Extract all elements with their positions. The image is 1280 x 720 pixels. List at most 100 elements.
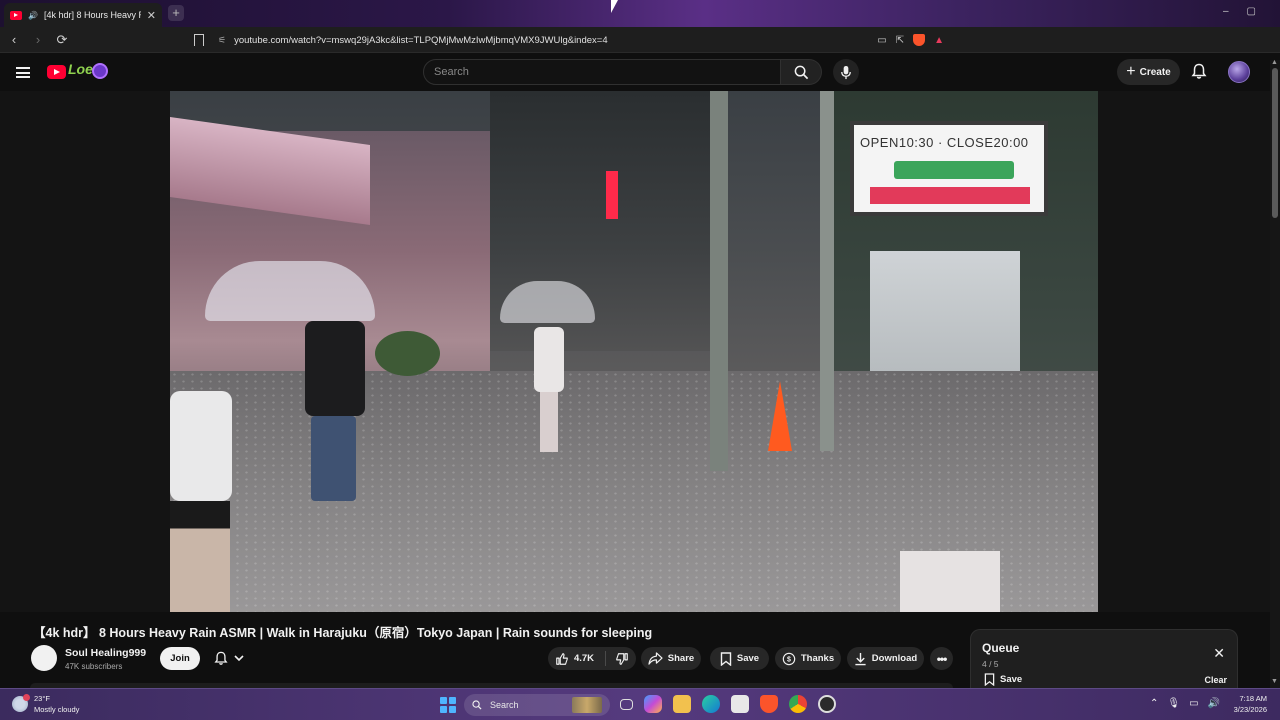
brave-rewards-icon[interactable]: ▲ [934, 35, 944, 46]
create-button[interactable]: + Create [1117, 59, 1180, 85]
address-bar-actions: ▭ ⇱ ▲ [877, 29, 944, 51]
clock-date: 3/23/2026 [1233, 705, 1267, 714]
video-traffic-cone [768, 381, 792, 451]
video-sign-logo [894, 161, 1014, 179]
queue-clear-button[interactable]: Clear [1204, 675, 1227, 685]
weather-description: Mostly cloudy [34, 705, 80, 714]
tab-close-icon[interactable]: ✕ [147, 9, 156, 22]
notifications-bell-icon[interactable] [1191, 63, 1207, 80]
bell-icon [214, 651, 228, 665]
windows-start-icon[interactable] [440, 697, 456, 713]
queue-save-button[interactable]: Save [984, 673, 1022, 686]
screen: 🔊 [4k hdr] 8 Hours Heavy Rain ✕ + –▢ ‹ ›… [0, 0, 1280, 720]
taskbar-clock[interactable]: 7:18 AM 3/23/2026 [1225, 693, 1267, 715]
scroll-down-icon[interactable]: ▼ [1271, 678, 1278, 685]
more-actions-button[interactable]: ••• [930, 647, 953, 670]
copilot-icon[interactable] [644, 695, 662, 713]
file-explorer-icon[interactable] [673, 695, 691, 713]
channel-name[interactable]: Soul Healing999 [65, 647, 146, 659]
recording-app-icon[interactable] [818, 695, 836, 713]
queue-count: 4 / 5 [982, 659, 999, 669]
super-thanks-icon: $ [782, 652, 796, 665]
video-table-cups [900, 551, 1000, 612]
thumbs-up-icon[interactable] [555, 652, 569, 666]
new-tab-button[interactable]: + [168, 5, 184, 21]
browser-tab-active[interactable]: 🔊 [4k hdr] 8 Hours Heavy Rain ✕ [4, 3, 162, 27]
doodle-globe-icon[interactable] [92, 63, 108, 79]
search-icon [472, 700, 482, 710]
channel-avatar[interactable] [31, 645, 57, 671]
taskbar-search-box[interactable]: Search [464, 694, 610, 716]
search-icon [794, 65, 808, 79]
network-icon[interactable]: ▭ [1189, 698, 1198, 709]
mic-tray-icon[interactable]: 🎙 [1167, 698, 1180, 709]
download-icon [855, 652, 866, 665]
search-input[interactable]: Search [423, 59, 781, 85]
tab-title: [4k hdr] 8 Hours Heavy Rain [43, 10, 141, 20]
share-icon [648, 652, 663, 665]
share-label: Share [667, 653, 695, 664]
tray-overflow-icon[interactable]: ⌃ [1150, 698, 1158, 709]
edge-browser-icon[interactable] [702, 695, 720, 713]
back-icon[interactable]: ‹ [4, 30, 24, 50]
queue-close-icon[interactable]: ✕ [1213, 645, 1225, 662]
video-person-umbrella [205, 261, 375, 501]
bookmark-icon[interactable] [194, 34, 204, 46]
download-label: Download [871, 653, 918, 664]
url-text[interactable]: youtube.com/watch?v=mswq29jA3kc&list=TLP… [234, 35, 608, 46]
share-button[interactable]: Share [641, 647, 701, 670]
brave-browser-icon[interactable] [760, 695, 778, 713]
save-label: Save [736, 653, 760, 664]
microsoft-store-icon[interactable] [731, 695, 749, 713]
windows-taskbar: 23°F Mostly cloudy Search ⌃ 🎙 ▭ 🔊 7:18 A… [0, 688, 1280, 720]
like-count[interactable]: 4.7K [574, 653, 594, 664]
thumbs-down-icon[interactable] [615, 652, 629, 666]
search-button[interactable] [781, 59, 822, 85]
like-dislike-group: 4.7K [548, 647, 636, 670]
thanks-button[interactable]: $ Thanks [775, 647, 841, 670]
guide-menu-icon[interactable] [16, 67, 30, 78]
address-bar[interactable]: ⚟ youtube.com/watch?v=mswq29jA3kc&list=T… [194, 29, 944, 51]
subscription-notifications-button[interactable] [205, 647, 253, 670]
queue-title: Queue [982, 641, 1020, 655]
cloudy-weather-icon [12, 694, 30, 712]
weather-widget[interactable]: 23°F Mostly cloudy [12, 693, 79, 715]
page-scrollbar-thumb[interactable] [1272, 68, 1278, 218]
account-avatar[interactable] [1228, 61, 1250, 83]
create-label: Create [1139, 66, 1171, 78]
video-bush [375, 331, 440, 376]
search-highlight-image [572, 697, 602, 713]
more-horizontal-icon: ••• [936, 651, 948, 666]
video-person-white-dress [500, 281, 595, 452]
scroll-up-icon[interactable]: ▲ [1271, 59, 1278, 66]
youtube-favicon-icon [10, 10, 22, 20]
mouse-cursor-icon [611, 0, 618, 13]
video-frame[interactable]: OPEN10:30 · CLOSE20:00 [170, 91, 1098, 612]
youtube-logo-icon[interactable] [47, 65, 66, 79]
download-button[interactable]: Download [847, 647, 924, 670]
save-button[interactable]: Save [710, 647, 769, 670]
video-shop-sign: OPEN10:30 · CLOSE20:00 [850, 121, 1048, 216]
voice-search-button[interactable] [833, 59, 859, 85]
brave-shields-icon[interactable] [913, 34, 926, 46]
svg-text:$: $ [787, 656, 791, 663]
chrome-icon[interactable] [789, 695, 807, 713]
cast-icon[interactable]: ▭ [877, 35, 886, 46]
speaker-icon[interactable]: 🔊 [28, 11, 38, 20]
save-bookmark-icon [984, 673, 995, 686]
like-divider [605, 651, 607, 666]
queue-panel: Queue 4 / 5 ✕ Save Clear [970, 629, 1238, 691]
youtube-doodle-logo[interactable]: Loe [68, 61, 93, 77]
window-controls[interactable]: –▢ [1223, 6, 1274, 17]
join-button[interactable]: Join [160, 647, 200, 670]
task-view-icon[interactable] [620, 698, 633, 710]
video-title: 【4k hdr】 8 Hours Heavy Rain ASMR | Walk … [33, 626, 653, 640]
reload-icon[interactable]: ⟳ [52, 30, 72, 50]
taskbar-search-label: Search [490, 700, 519, 710]
chevron-down-icon [234, 655, 244, 662]
volume-icon[interactable]: 🔊 [1208, 698, 1220, 709]
share-page-icon[interactable]: ⇱ [896, 35, 904, 46]
site-info-icon[interactable]: ⚟ [218, 35, 226, 46]
forward-icon[interactable]: › [28, 30, 48, 50]
video-sign-text: OPEN10:30 · CLOSE20:00 [860, 135, 1029, 150]
